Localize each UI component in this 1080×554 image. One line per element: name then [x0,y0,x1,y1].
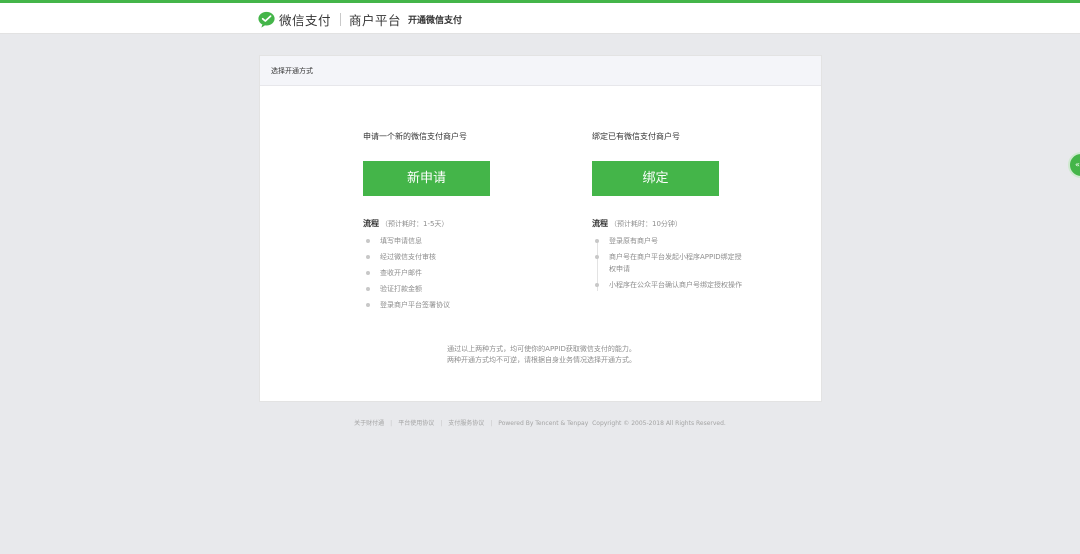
new-application-button[interactable]: 新申请 [363,161,490,196]
list-item: 小程序在公众平台确认商户号绑定授权操作 [592,279,742,291]
footer-link-about[interactable]: 关于财付通 [354,420,384,427]
step-text: 查收开户邮件 [380,269,422,277]
step-text: 填写申请信息 [380,237,422,245]
list-item: 填写申请信息 [363,235,523,247]
process-heading: 流程 （预计耗时：10分钟） [592,215,752,228]
powered-by: Powered By Tencent & Tenpay [498,420,589,427]
process-label: 流程 [363,219,379,228]
process-steps: 登录原有商户号 商户号在商户平台发起小程序APPID绑定授权申请 小程序在公众平… [592,235,752,291]
notice-line: 通过以上两种方式，均可使你的APPID获取微信支付的能力。 [447,345,636,353]
brand-divider [340,12,342,26]
chat-icon: «» [1075,160,1080,169]
platform-name: 商户平台 [349,12,402,28]
new-application-title: 申请一个新的微信支付商户号 [363,132,467,141]
bind-existing-column: 绑定已有微信支付商户号 绑定 流程 （预计耗时：10分钟） 登录原有商户号 商户号… [592,131,752,295]
bullet-icon [595,283,599,287]
list-item: 登录商户平台签署协议 [363,299,523,311]
footer: 关于财付通 | 平台使用协议 | 支付服务协议 | Powered By Tencent &… [0,418,1080,427]
list-item: 商户号在商户平台发起小程序APPID绑定授权申请 [592,251,742,275]
step-text: 登录商户平台签署协议 [380,301,450,309]
list-item: 登录原有商户号 [592,235,742,247]
footer-link-payment-agreement[interactable]: 支付服务协议 [448,420,484,427]
footer-divider: | [390,420,393,427]
page-subtitle: 开通微信支付 [408,15,463,26]
list-item: 验证打款金额 [363,283,523,295]
wechat-pay-logo-icon [258,11,275,28]
list-item: 经过微信支付审核 [363,251,523,263]
bullet-icon [595,239,599,243]
process-heading: 流程 （预计耗时：1-5天） [363,215,523,228]
bullet-icon [366,303,370,307]
notice-line: 两种开通方式均不可逆，请根据自身业务情况选择开通方式。 [447,356,636,364]
step-text: 商户号在商户平台发起小程序APPID绑定授权申请 [609,253,742,273]
bind-button[interactable]: 绑定 [592,161,719,196]
bullet-icon [366,271,370,275]
footer-divider: | [440,420,443,427]
notice-text: 通过以上两种方式，均可使你的APPID获取微信支付的能力。 两种开通方式均不可逆… [260,344,823,366]
step-text: 验证打款金额 [380,285,422,293]
footer-link-platform-agreement[interactable]: 平台使用协议 [398,420,434,427]
bullet-icon [595,255,599,259]
card-title: 选择开通方式 [260,56,821,86]
process-label: 流程 [592,219,608,228]
brand[interactable]: 微信支付 商户平台 开通微信支付 [258,10,462,28]
brand-name: 微信支付 [279,12,332,28]
header: 微信支付 商户平台 开通微信支付 [0,3,1080,34]
new-application-column: 申请一个新的微信支付商户号 新申请 流程 （预计耗时：1-5天） 填写申请信息 经… [363,131,523,315]
process-steps: 填写申请信息 经过微信支付审核 查收开户邮件 验证打款金额 登录商户平台签署协议 [363,235,523,311]
step-text: 小程序在公众平台确认商户号绑定授权操作 [609,281,742,289]
copyright: Copyright © 2005-2018 All Rights Reserve… [592,420,726,427]
bind-existing-title: 绑定已有微信支付商户号 [592,132,680,141]
footer-divider: | [490,420,493,427]
process-time: （预计耗时：10分钟） [610,220,682,228]
list-item: 查收开户邮件 [363,267,523,279]
floating-chat-button[interactable]: «» [1068,152,1080,178]
step-text: 经过微信支付审核 [380,253,436,261]
bullet-icon [366,239,370,243]
bullet-icon [366,255,370,259]
activation-card: 选择开通方式 申请一个新的微信支付商户号 新申请 流程 （预计耗时：1-5天） 填… [259,55,822,402]
bullet-icon [366,287,370,291]
step-text: 登录原有商户号 [609,237,658,245]
process-time: （预计耗时：1-5天） [381,220,449,228]
